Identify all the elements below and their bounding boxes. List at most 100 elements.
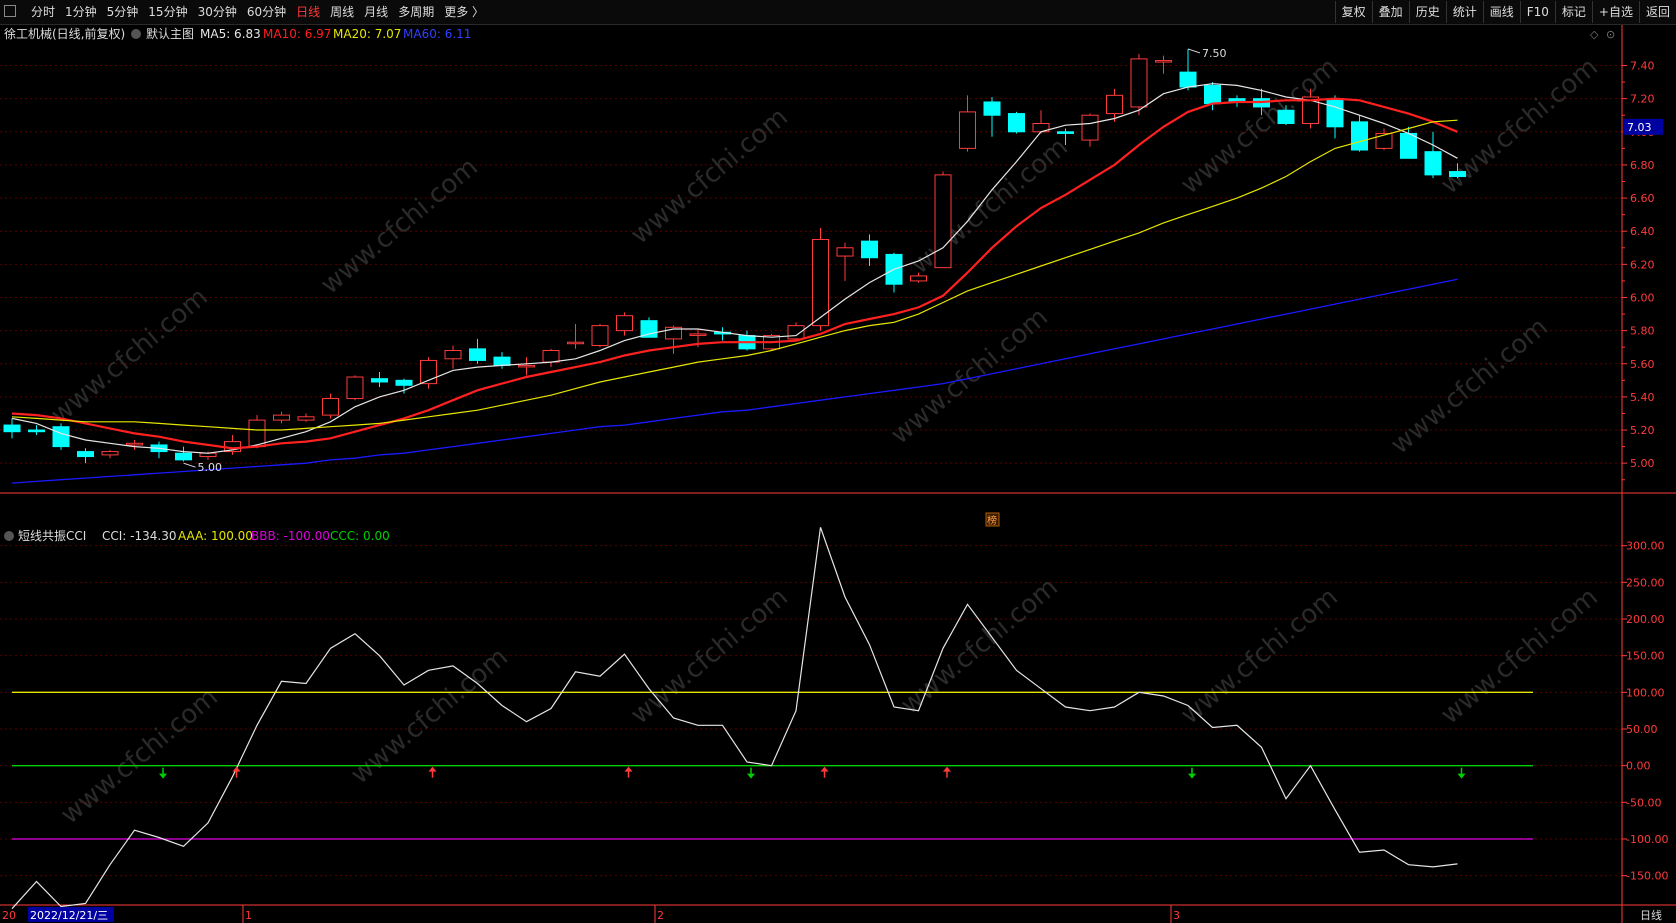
bbb-value: BBB: -100.00: [251, 529, 330, 543]
indicator-name: 短线共振CCI: [18, 529, 86, 543]
candle-body-7: [175, 452, 192, 461]
tool-button-4[interactable]: 画线: [1482, 1, 1520, 23]
ma20-value: MA20: 7.07: [333, 27, 401, 41]
last-price-label: 7.03: [1627, 121, 1652, 134]
tool-button-8[interactable]: 返回: [1638, 1, 1676, 23]
top-toolbar: 分时 1分钟 5分钟 15分钟 30分钟 60分钟 日线 周线 月线 多周期 更多 〉 复权 叠加 历史…: [0, 0, 1676, 25]
tool-buttons: 复权 叠加 历史 统计 画线 F10 标记 +自选 返回: [1334, 0, 1676, 24]
sub-tick-label-1: -100.00: [1626, 833, 1668, 846]
main-tick-label-0: 5.00: [1630, 457, 1655, 470]
watermark-3: www.cfchi.com: [905, 132, 1074, 280]
period-tab-7[interactable]: 周线: [325, 0, 359, 24]
sub-tick-label-7: 200.00: [1626, 613, 1665, 626]
candle-body-41: [1008, 113, 1025, 133]
period-tab-8[interactable]: 月线: [359, 0, 393, 24]
period-tab-1[interactable]: 1分钟: [60, 0, 102, 24]
main-tick-label-12: 7.40: [1630, 60, 1655, 73]
chart-headers: 徐工机械(日线,前复权) 默认主图 MA5: 6.83 MA10: 6.97 MA20:…: [2, 26, 1662, 923]
cci-line: [11, 527, 1458, 910]
candle-body-21: [518, 364, 535, 368]
signal-down-head-8: [1457, 773, 1466, 779]
watermark-7: www.cfchi.com: [345, 642, 514, 790]
watermark-4: www.cfchi.com: [1175, 52, 1344, 200]
candle-body-37: [910, 275, 927, 282]
watermark-1: www.cfchi.com: [315, 152, 484, 300]
tool-button-1[interactable]: 叠加: [1371, 1, 1409, 23]
year-fragment: 20: [2, 909, 16, 922]
month-label-2: 3: [1173, 909, 1180, 922]
signal-up-head-6: [943, 766, 951, 772]
ma10-value: MA10: 6.97: [263, 27, 331, 41]
candle-body-24: [591, 325, 609, 347]
stock-chart[interactable]: www.cfchi.com www.cfchi.com www.cfchi.com w…: [0, 25, 1676, 923]
candle-body-35: [861, 240, 878, 259]
candle-body-16: [395, 379, 413, 386]
candle-body-55: [1351, 121, 1368, 151]
tool-button-3[interactable]: 统计: [1445, 1, 1483, 23]
candle-body-43: [1057, 131, 1074, 134]
candle-body-3: [77, 451, 94, 458]
tool-button-0[interactable]: 复权: [1334, 1, 1372, 23]
candle-body-59: [1449, 171, 1466, 178]
sub-tick-label-3: 0.00: [1626, 760, 1651, 773]
candle-body-26: [640, 320, 658, 338]
candle-body-32: [787, 325, 805, 340]
period-tab-6[interactable]: 日线: [291, 0, 325, 24]
candle-body-20: [493, 356, 511, 366]
candle-body-34: [836, 247, 854, 257]
period-tab-10[interactable]: 更多 〉: [439, 0, 489, 24]
period-tab-9[interactable]: 多周期: [393, 0, 439, 24]
candle-body-57: [1400, 132, 1417, 159]
candle-body-4: [101, 451, 119, 456]
template-dropdown-icon: [131, 29, 141, 39]
candle-body-25: [616, 315, 633, 332]
signal-up-head-3: [624, 766, 633, 772]
month-label-1: 2: [657, 909, 664, 922]
period-tab-4[interactable]: 30分钟: [193, 0, 242, 24]
main-tick-label-9: 6.80: [1630, 159, 1655, 172]
candle-body-52: [1277, 109, 1295, 125]
watermark-10: www.cfchi.com: [1175, 582, 1344, 730]
candle-body-13: [322, 398, 339, 416]
main-tick-label-2: 5.40: [1630, 391, 1655, 404]
candle-body-54: [1326, 98, 1344, 128]
candle-body-10: [248, 419, 266, 448]
main-tick-label-8: 6.60: [1630, 192, 1655, 205]
candle-body-12: [297, 416, 315, 421]
candle-body-48: [1179, 71, 1197, 88]
candle-body-5: [126, 442, 143, 446]
candle-body-19: [469, 348, 486, 361]
candle-body-39: [959, 111, 976, 149]
signal-up-head-2: [428, 766, 437, 772]
sub-tick-label-5: 100.00: [1626, 686, 1665, 699]
sub-tick-label-4: 50.00: [1626, 723, 1658, 736]
low-annotation: 5.00: [198, 461, 223, 474]
signal-down-head-0: [159, 773, 167, 779]
period-label: 日线: [1640, 908, 1662, 922]
cci-value: CCI: -134.30: [102, 529, 176, 543]
tool-button-7[interactable]: +自选: [1591, 1, 1639, 23]
period-tab-0[interactable]: 分时: [26, 0, 60, 24]
tool-button-2[interactable]: 历史: [1408, 1, 1446, 23]
sub-tick-label-8: 250.00: [1626, 576, 1665, 589]
tool-button-5[interactable]: F10: [1519, 1, 1555, 23]
period-tab-5[interactable]: 60分钟: [242, 0, 291, 24]
period-tab-2[interactable]: 5分钟: [102, 0, 144, 24]
candlestick-series: [3, 48, 1466, 464]
sub-tick-label-2: -50.00: [1626, 796, 1661, 809]
main-tick-label-5: 6.00: [1630, 291, 1655, 304]
candle-body-23: [567, 341, 584, 345]
watermark-8: www.cfchi.com: [625, 582, 794, 730]
main-tick-label-4: 5.80: [1630, 325, 1655, 338]
candle-body-58: [1424, 151, 1442, 176]
candle-body-40: [983, 101, 1001, 116]
main-tick-label-6: 6.20: [1630, 258, 1655, 271]
month-label-0: 1: [245, 909, 252, 922]
candle-body-49: [1204, 84, 1221, 105]
sub-tick-label-0: -150.00: [1626, 870, 1668, 883]
watermark-9: www.cfchi.com: [895, 572, 1064, 720]
window-restore-icon[interactable]: [4, 5, 16, 17]
sub-tick-label-9: 300.00: [1626, 540, 1665, 553]
period-tab-3[interactable]: 15分钟: [143, 0, 192, 24]
tool-button-6[interactable]: 标记: [1554, 1, 1592, 23]
